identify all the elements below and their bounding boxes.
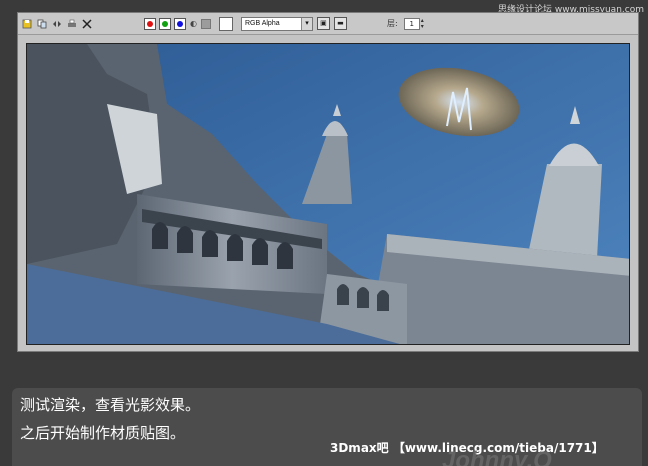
layer-spinner-input[interactable]: 1 — [403, 17, 420, 30]
signature-watermark: Johnny.Q — [442, 447, 552, 466]
spinner-arrows-icon[interactable]: ▴ ▾ — [421, 17, 424, 30]
layer-label: 层: — [386, 19, 398, 28]
rendered-scene — [27, 44, 629, 344]
rendered-frame-window: ◐ RGB Alpha ▾ ▣ ▬ 层: 1 ▴ ▾ — [17, 12, 639, 352]
clear-icon[interactable] — [81, 18, 93, 30]
background-color-swatch[interactable] — [218, 16, 233, 31]
caption-line-2: 之后开始制作材质贴图。 — [20, 424, 186, 442]
render-viewport — [26, 43, 630, 345]
alpha-toggle-icon[interactable]: ◐ — [190, 19, 197, 28]
chevron-down-icon[interactable]: ▾ — [300, 17, 312, 30]
green-channel-toggle[interactable] — [159, 17, 171, 30]
copy-icon[interactable] — [36, 18, 48, 30]
caption-line-1: 测试渲染，查看光影效果。 — [20, 396, 201, 414]
mono-toggle[interactable] — [200, 18, 211, 29]
clone-icon[interactable] — [51, 18, 63, 30]
print-icon[interactable] — [66, 18, 78, 30]
red-dot-icon — [147, 20, 153, 27]
window-toggle-icon[interactable]: ▬ — [333, 17, 347, 30]
save-icon[interactable] — [21, 18, 33, 30]
green-dot-icon — [162, 20, 168, 27]
blue-dot-icon — [177, 20, 183, 27]
frame-toolbar: ◐ RGB Alpha ▾ ▣ ▬ 层: 1 ▴ ▾ — [18, 13, 638, 35]
display-toggle-icon[interactable]: ▣ — [316, 17, 330, 30]
channel-select[interactable]: RGB Alpha ▾ — [240, 16, 313, 31]
channel-select-value: RGB Alpha — [244, 19, 280, 27]
red-channel-toggle[interactable] — [144, 17, 156, 30]
blue-channel-toggle[interactable] — [174, 17, 186, 30]
